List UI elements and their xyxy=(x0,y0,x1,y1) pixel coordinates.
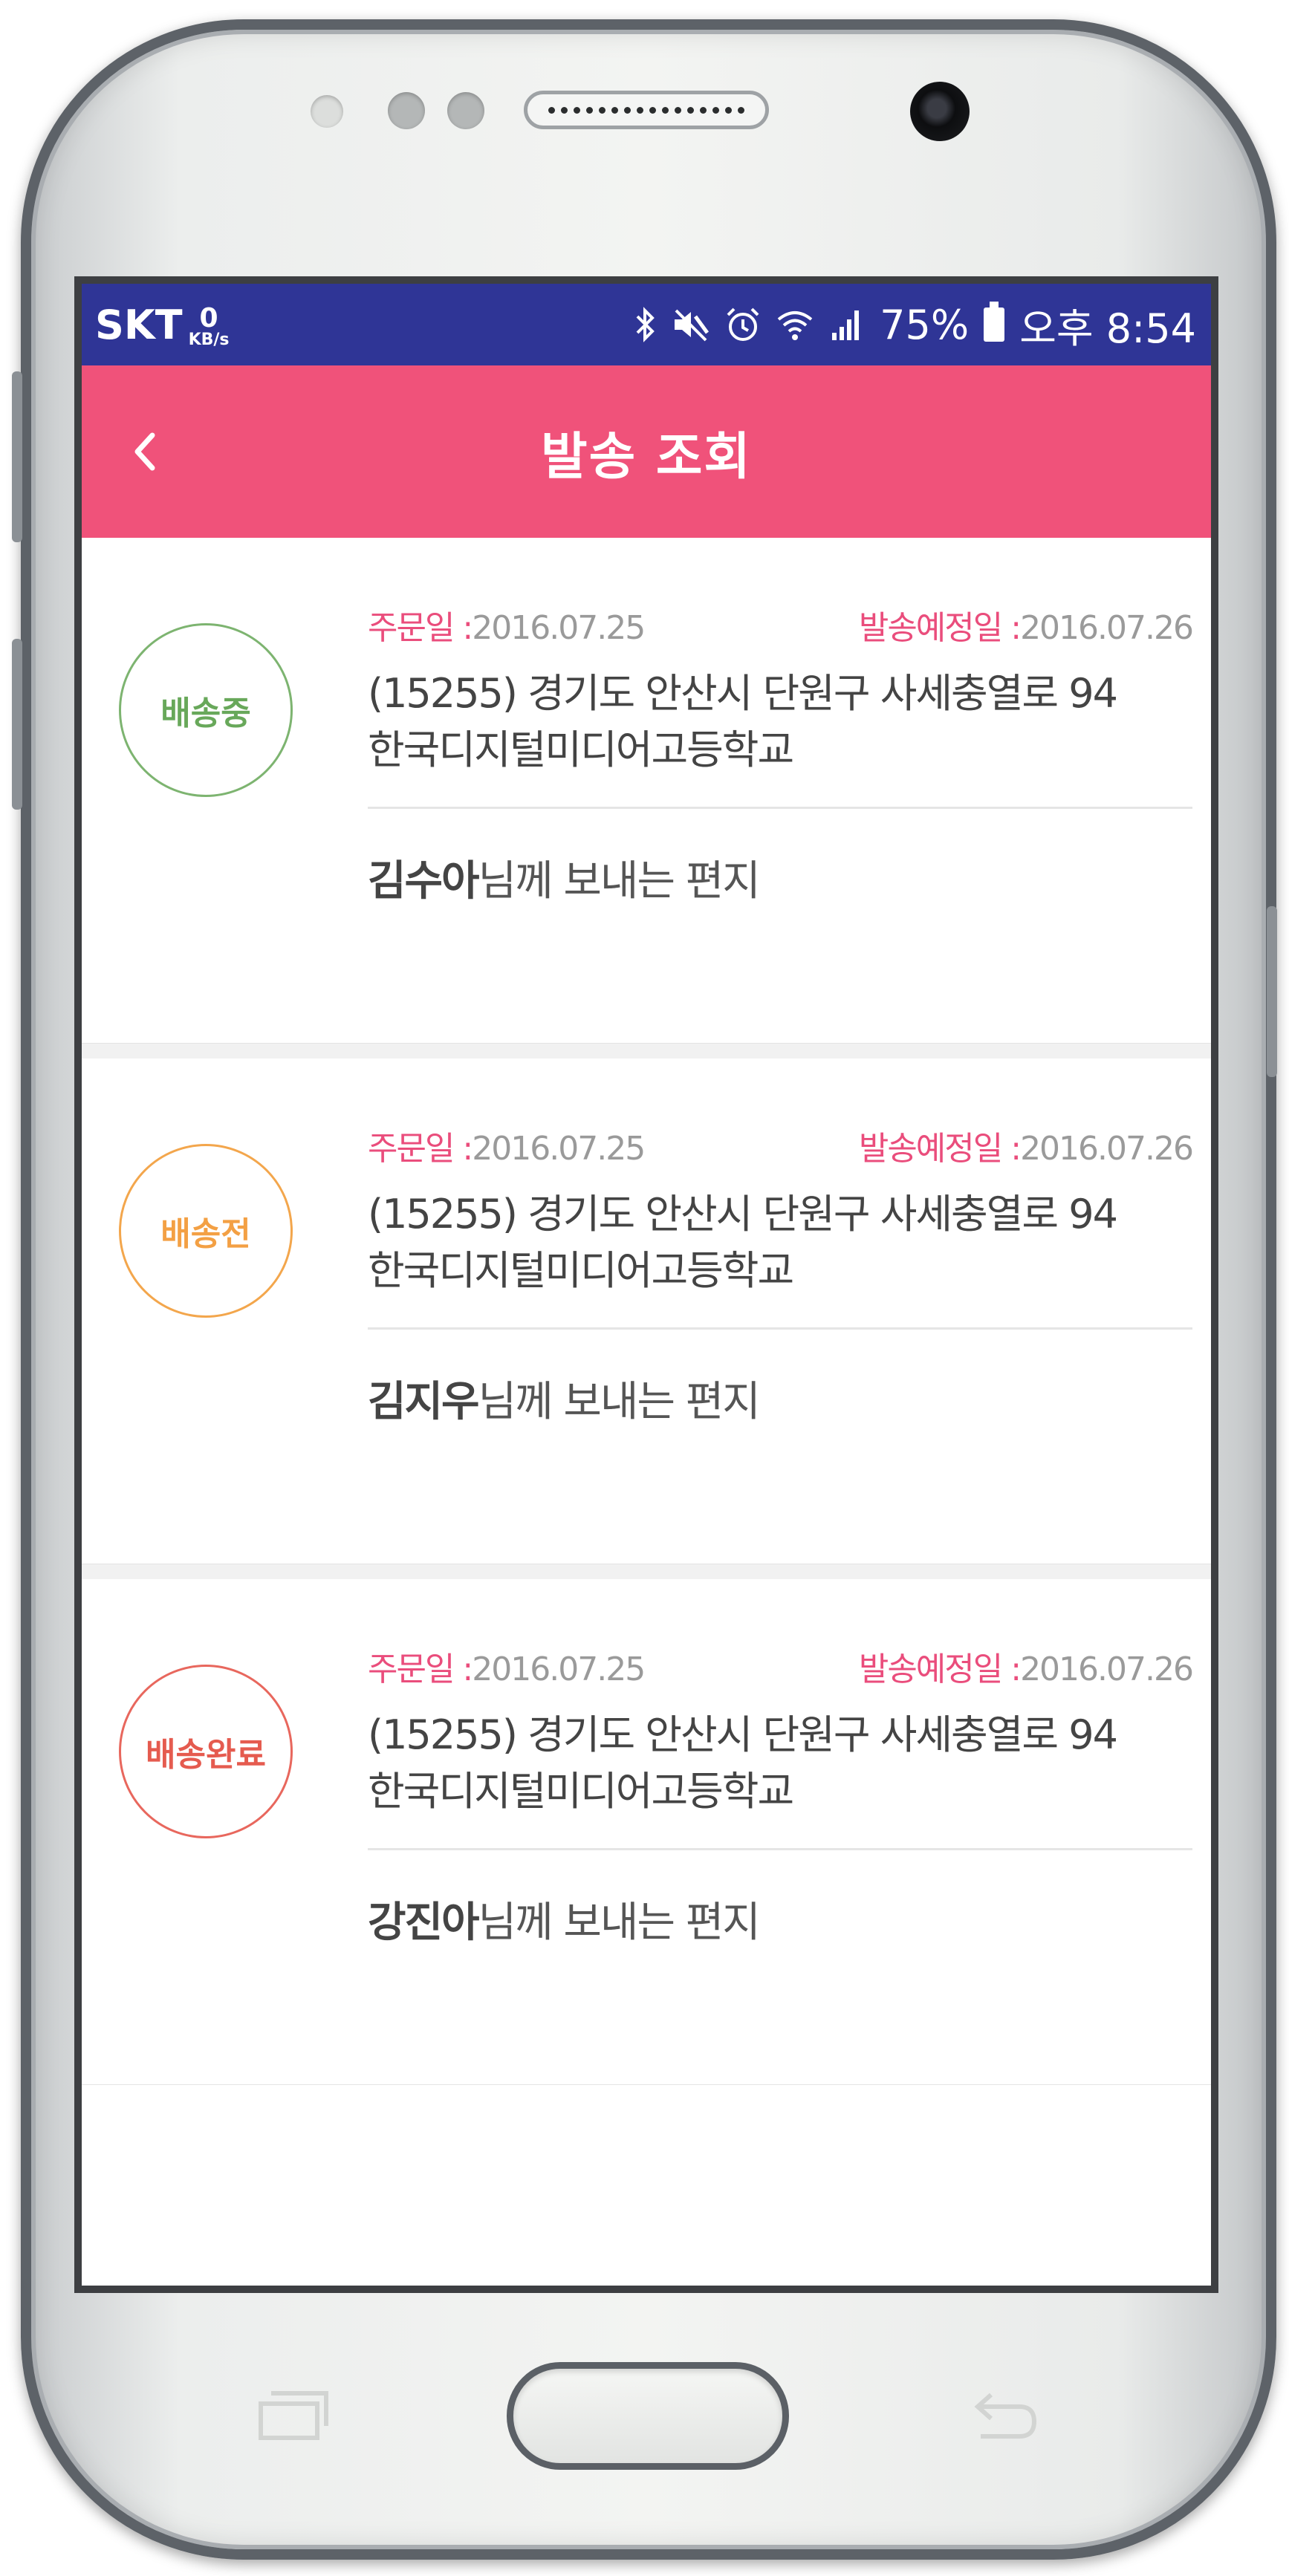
front-camera xyxy=(910,82,970,141)
battery-percent: 75% xyxy=(880,301,970,348)
back-arrow-icon xyxy=(974,2393,1037,2439)
recipient-line: 강진아님께 보내는 편지 xyxy=(368,1889,1192,1949)
order-date-label: 주문일 : xyxy=(368,1650,473,1688)
address: (15255) 경기도 안산시 단원구 사세충열로 94 한국디지털미디어고등학… xyxy=(368,1707,1192,1820)
phone-screen: SKT 0 KB/s 75% 오후 8:54 발송 조회 배송중 주문일:20… xyxy=(74,276,1218,2293)
date-row: 주문일 :2016.07.25 발송예정일 :2016.07.26 xyxy=(368,1640,1194,1692)
app-header: 발송 조회 xyxy=(82,365,1211,538)
ship-date: 발송예정일 :2016.07.26 xyxy=(858,1642,1194,1690)
order-date: 주문일 :2016.07.25 xyxy=(368,1122,646,1169)
shipment-details: 주문일 :2016.07.25 발송예정일 :2016.07.26 (15255… xyxy=(368,1119,1194,1428)
back-key[interactable] xyxy=(966,2384,1040,2444)
recent-apps-icon xyxy=(259,2391,328,2440)
shipment-card[interactable]: 배송중 주문일 :2016.07.25 발송예정일 :2016.07.26 (1… xyxy=(82,538,1211,1044)
ship-date-value: 2016.07.26 xyxy=(1020,1650,1194,1688)
carrier: SKT 0 KB/s xyxy=(95,302,230,348)
recipient-suffix: 님께 보내는 편지 xyxy=(478,857,761,905)
order-date-value: 2016.07.25 xyxy=(472,609,646,647)
status-badge: 배송전 xyxy=(119,1144,293,1318)
order-date: 주문일 :2016.07.25 xyxy=(368,1642,646,1690)
address: (15255) 경기도 안산시 단원구 사세충열로 94 한국디지털미디어고등학… xyxy=(368,666,1192,778)
ship-date-label: 발송예정일 : xyxy=(858,609,1022,647)
status-bar: SKT 0 KB/s 75% 오후 8:54 xyxy=(82,284,1211,365)
carrier-name: SKT xyxy=(95,301,183,348)
alarm-icon xyxy=(727,308,759,341)
volume-down-key xyxy=(12,639,22,810)
mute-icon xyxy=(675,309,710,342)
net-speed-unit: KB/s xyxy=(188,330,230,349)
ship-date: 발송예정일 :2016.07.26 xyxy=(858,1122,1194,1169)
recipient-line: 김지우님께 보내는 편지 xyxy=(368,1368,1192,1428)
shipment-card[interactable]: 배송완료 주문일 :2016.07.25 발송예정일 :2016.07.26 (… xyxy=(82,1579,1211,2085)
address-line2: 한국디지털미디어고등학교 xyxy=(368,1768,794,1815)
proximity-sensor xyxy=(311,95,343,128)
bluetooth-icon xyxy=(636,307,655,342)
recipient-line: 김수아님께 보내는 편지 xyxy=(368,848,1192,908)
ship-date-label: 발송예정일 : xyxy=(858,1650,1022,1688)
divider xyxy=(368,1327,1192,1330)
light-sensor xyxy=(388,92,425,129)
address-line2: 한국디지털미디어고등학교 xyxy=(368,726,794,773)
divider xyxy=(368,1848,1192,1850)
power-key xyxy=(1267,906,1277,1077)
order-date-value: 2016.07.25 xyxy=(472,1650,646,1688)
date-row: 주문일 :2016.07.25 발송예정일 :2016.07.26 xyxy=(368,599,1194,651)
address-line2: 한국디지털미디어고등학교 xyxy=(368,1247,794,1294)
ship-date-label: 발송예정일 : xyxy=(858,1130,1022,1168)
address-line1: (15255) 경기도 안산시 단원구 사세충열로 94 xyxy=(368,1191,1118,1237)
shipment-details: 주문일 :2016.07.25 발송예정일 :2016.07.26 (15255… xyxy=(368,599,1194,908)
net-speed-value: 0 xyxy=(199,302,218,334)
home-button[interactable] xyxy=(507,2362,789,2470)
recipient-suffix: 님께 보내는 편지 xyxy=(478,1378,761,1426)
recipient-name: 김지우 xyxy=(368,1378,480,1426)
status-badge: 배송중 xyxy=(119,623,293,797)
recipient-name: 김수아 xyxy=(368,857,480,905)
status-badge: 배송완료 xyxy=(119,1665,293,1838)
order-date-value: 2016.07.25 xyxy=(472,1130,646,1168)
address: (15255) 경기도 안산시 단원구 사세충열로 94 한국디지털미디어고등학… xyxy=(368,1186,1192,1299)
light-sensor xyxy=(447,92,484,129)
battery-icon xyxy=(984,302,1005,342)
ship-date: 발송예정일 :2016.07.26 xyxy=(858,601,1194,648)
earpiece-speaker xyxy=(524,91,769,129)
clock: 오후 8:54 xyxy=(1019,305,1196,352)
address-line1: (15255) 경기도 안산시 단원구 사세충열로 94 xyxy=(368,670,1118,717)
signal-icon xyxy=(832,310,860,340)
back-button[interactable] xyxy=(111,418,178,485)
ship-date-value: 2016.07.26 xyxy=(1020,1130,1194,1168)
recipient-name: 강진아 xyxy=(368,1899,480,1947)
date-row: 주문일 :2016.07.25 발송예정일 :2016.07.26 xyxy=(368,1119,1194,1171)
recipient-suffix: 님께 보내는 편지 xyxy=(478,1899,761,1947)
order-date: 주문일 :2016.07.25 xyxy=(368,601,646,648)
page-title: 발송 조회 xyxy=(541,427,752,487)
wifi-icon xyxy=(777,311,813,340)
shipment-details: 주문일 :2016.07.25 발송예정일 :2016.07.26 (15255… xyxy=(368,1640,1194,1949)
net-speed: 0 KB/s xyxy=(189,305,230,348)
status-icons: 75% 오후 8:54 xyxy=(634,296,1196,354)
address-line1: (15255) 경기도 안산시 단원구 사세충열로 94 xyxy=(368,1711,1118,1758)
volume-up-key xyxy=(12,371,22,542)
divider xyxy=(368,807,1192,809)
recent-apps-key[interactable] xyxy=(256,2384,331,2444)
shipment-card[interactable]: 배송전 주문일 :2016.07.25 발송예정일 :2016.07.26 (1… xyxy=(82,1058,1211,1564)
order-date-label: 주문일 : xyxy=(368,1130,473,1168)
ship-date-value: 2016.07.26 xyxy=(1020,609,1194,647)
order-date-label: 주문일 : xyxy=(368,609,473,647)
chevron-left-icon xyxy=(134,432,155,471)
shipment-list: 배송중 주문일 :2016.07.25 발송예정일 :2016.07.26 (1… xyxy=(82,538,1211,2085)
